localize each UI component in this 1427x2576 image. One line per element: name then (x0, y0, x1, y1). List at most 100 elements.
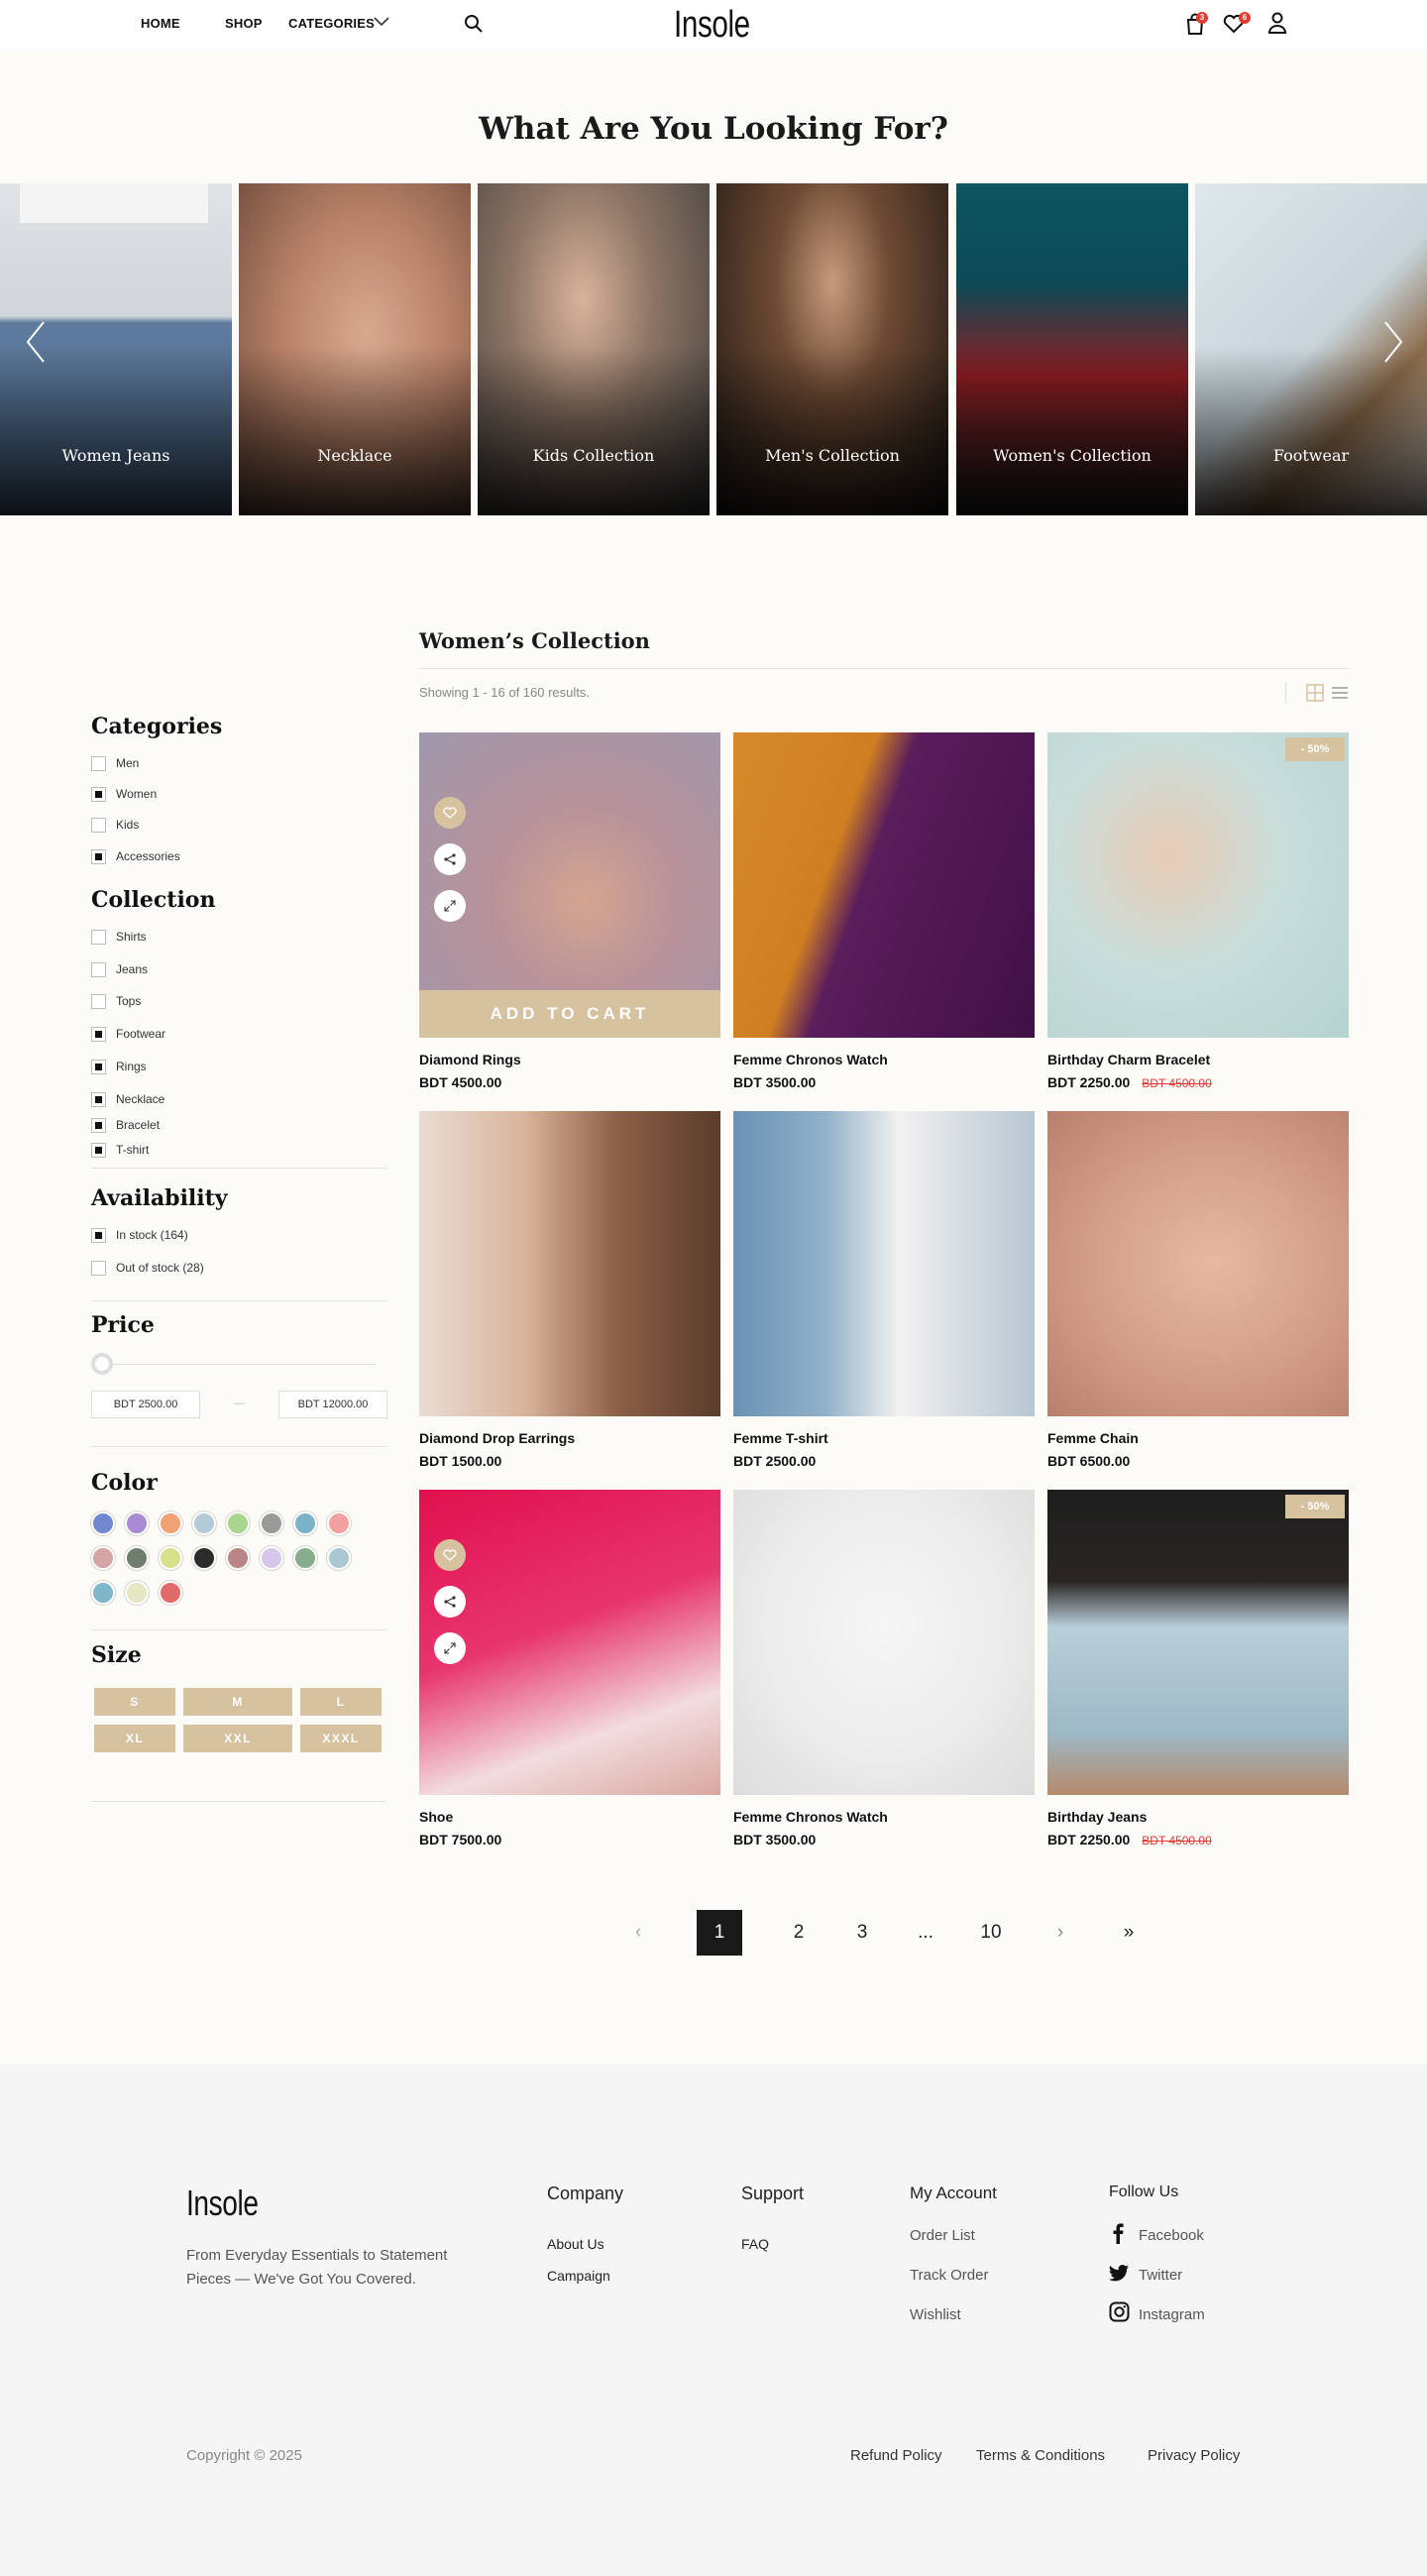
filter-accessories[interactable]: Accessories (91, 848, 180, 864)
pagination-last[interactable]: » (1106, 1910, 1152, 1956)
product-card[interactable]: - 50% Birthday Charm Bracelet BDT 2250.0… (1047, 732, 1349, 1090)
facebook-icon[interactable] (1112, 2222, 1124, 2244)
checkbox[interactable] (91, 1059, 106, 1074)
product-name[interactable]: Femme Chronos Watch (733, 1809, 888, 1825)
checkbox[interactable] (91, 1227, 106, 1243)
checkbox[interactable] (91, 848, 106, 864)
list-view-icon[interactable] (1331, 684, 1349, 702)
checkbox[interactable] (91, 1091, 106, 1107)
color-swatch[interactable] (91, 1512, 115, 1535)
color-swatch[interactable] (327, 1546, 351, 1570)
share-icon[interactable] (434, 843, 466, 875)
nav-categories[interactable]: CATEGORIES (288, 16, 375, 31)
user-icon[interactable] (1267, 12, 1287, 34)
category-card-kids-collection[interactable]: Kids Collection (478, 183, 710, 515)
product-image[interactable]: ADD TO CART (419, 732, 720, 1038)
color-swatch[interactable] (293, 1546, 317, 1570)
product-name[interactable]: Diamond Drop Earrings (419, 1430, 575, 1446)
color-swatch[interactable] (192, 1512, 216, 1535)
footer-link-campaign[interactable]: Campaign (547, 2268, 610, 2284)
product-image[interactable] (419, 1490, 720, 1795)
expand-icon[interactable] (434, 1632, 466, 1664)
footer-link-about-us[interactable]: About Us (547, 2236, 604, 2252)
product-name[interactable]: Femme Chain (1047, 1430, 1139, 1446)
color-swatch[interactable] (226, 1512, 250, 1535)
footer-link-order-list[interactable]: Order List (910, 2227, 975, 2244)
filter-shirts[interactable]: Shirts (91, 929, 147, 945)
product-image[interactable] (733, 732, 1035, 1038)
footer-link-terms[interactable]: Terms & Conditions (976, 2447, 1105, 2464)
filter-jeans[interactable]: Jeans (91, 961, 148, 977)
size-m[interactable]: M (183, 1688, 292, 1716)
footer-link-instagram[interactable]: Instagram (1139, 2306, 1205, 2323)
filter-rings[interactable]: Rings (91, 1059, 147, 1074)
checkbox[interactable] (91, 1260, 106, 1276)
checkbox[interactable] (91, 755, 106, 771)
product-card[interactable]: Femme T-shirt BDT 2500.00 (733, 1111, 1035, 1469)
checkbox[interactable] (91, 1142, 106, 1158)
color-swatch[interactable] (125, 1581, 149, 1605)
size-xl[interactable]: XL (94, 1725, 175, 1752)
filter-tops[interactable]: Tops (91, 993, 141, 1009)
color-swatch[interactable] (226, 1546, 250, 1570)
product-image[interactable] (733, 1111, 1035, 1416)
footer-link-wishlist[interactable]: Wishlist (910, 2306, 961, 2323)
footer-link-faq[interactable]: FAQ (741, 2236, 769, 2252)
color-swatch[interactable] (260, 1512, 283, 1535)
site-logo[interactable]: Insole (674, 4, 750, 47)
footer-link-track-order[interactable]: Track Order (910, 2267, 988, 2284)
size-xxxl[interactable]: XXXL (300, 1725, 382, 1752)
checkbox[interactable] (91, 929, 106, 945)
footer-link-facebook[interactable]: Facebook (1139, 2227, 1204, 2244)
size-l[interactable]: L (300, 1688, 382, 1716)
search-icon[interactable] (464, 14, 484, 34)
color-swatch[interactable] (192, 1546, 216, 1570)
chevron-down-icon[interactable] (374, 17, 389, 27)
color-swatch[interactable] (159, 1512, 182, 1535)
category-card-mens-collection[interactable]: Men's Collection (716, 183, 948, 515)
pagination-page-3[interactable]: 3 (839, 1910, 885, 1956)
slider-next-icon[interactable] (1381, 320, 1405, 364)
instagram-icon[interactable] (1109, 2301, 1130, 2322)
slider-prev-icon[interactable] (24, 320, 48, 364)
footer-logo[interactable]: Insole (186, 2183, 259, 2224)
product-card[interactable]: ADD TO CART Diamond Rings BDT 4500.00 (419, 732, 720, 1090)
pagination-page-10[interactable]: 10 (968, 1910, 1014, 1956)
filter-women[interactable]: Women (91, 786, 157, 802)
product-image[interactable] (1047, 1111, 1349, 1416)
product-image[interactable] (733, 1490, 1035, 1795)
filter-tshirt[interactable]: T-shirt (91, 1142, 149, 1158)
add-to-cart-button[interactable]: ADD TO CART (419, 990, 720, 1038)
pagination-prev[interactable]: ‹ (615, 1910, 661, 1956)
nav-home[interactable]: HOME (141, 16, 180, 31)
price-slider-track[interactable] (103, 1364, 377, 1365)
product-name[interactable]: Diamond Rings (419, 1052, 521, 1067)
checkbox[interactable] (91, 1026, 106, 1042)
color-swatch[interactable] (327, 1512, 351, 1535)
expand-icon[interactable] (434, 890, 466, 922)
twitter-icon[interactable] (1108, 2264, 1130, 2282)
size-s[interactable]: S (94, 1688, 175, 1716)
filter-in-stock[interactable]: In stock (164) (91, 1227, 188, 1243)
checkbox[interactable] (91, 1117, 106, 1133)
price-slider-handle[interactable] (91, 1353, 113, 1375)
product-name[interactable]: Femme Chronos Watch (733, 1052, 888, 1067)
color-swatch[interactable] (260, 1546, 283, 1570)
color-swatch[interactable] (125, 1546, 149, 1570)
color-swatch[interactable] (159, 1546, 182, 1570)
footer-link-refund-policy[interactable]: Refund Policy (850, 2447, 942, 2464)
grid-view-icon[interactable] (1306, 684, 1324, 702)
color-swatch[interactable] (159, 1581, 182, 1605)
product-card[interactable]: - 50% Birthday Jeans BDT 2250.00 BDT 4500… (1047, 1490, 1349, 1848)
price-max-field[interactable]: BDT 12000.00 (278, 1391, 387, 1418)
wishlist-icon[interactable] (434, 1539, 466, 1571)
footer-link-privacy-policy[interactable]: Privacy Policy (1148, 2447, 1240, 2464)
checkbox[interactable] (91, 993, 106, 1009)
color-swatch[interactable] (91, 1581, 115, 1605)
filter-footwear[interactable]: Footwear (91, 1026, 165, 1042)
color-swatch[interactable] (293, 1512, 317, 1535)
pagination-page-2[interactable]: 2 (776, 1910, 822, 1956)
filter-necklace[interactable]: Necklace (91, 1091, 165, 1107)
color-swatch[interactable] (125, 1512, 149, 1535)
product-image[interactable]: - 50% (1047, 1490, 1349, 1795)
